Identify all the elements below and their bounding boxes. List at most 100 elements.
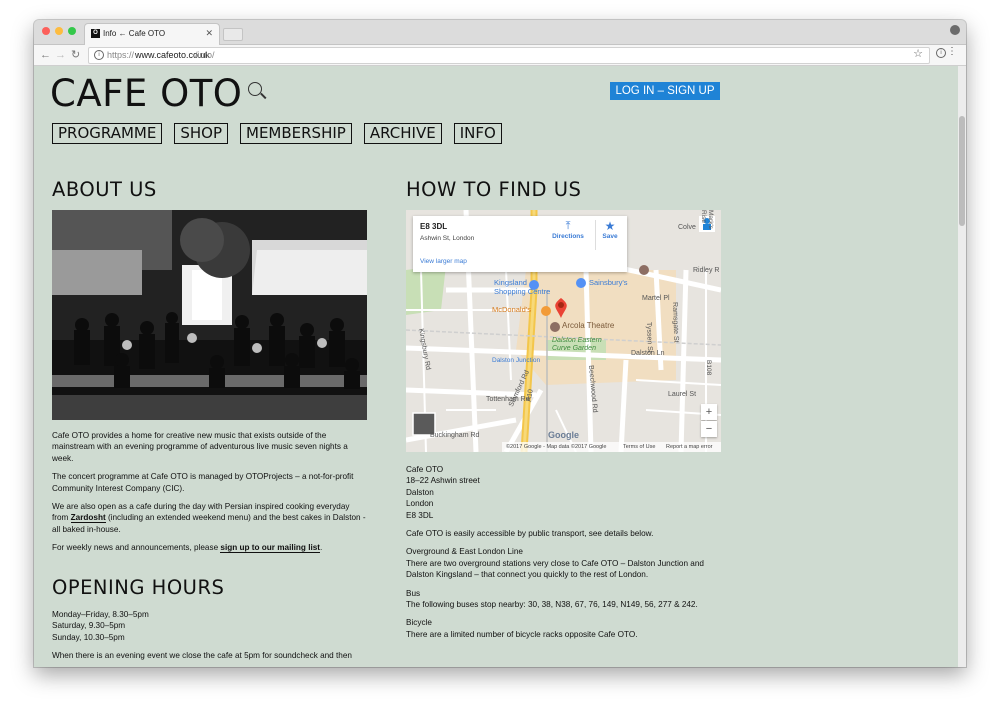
map-zoom-out-button[interactable]: − <box>701 421 717 437</box>
address-line: London <box>406 499 434 509</box>
address-line: 18–22 Ashwin street <box>406 476 480 486</box>
about-text: Cafe OTO provides a home for creative ne… <box>52 430 367 561</box>
reload-icon[interactable]: ↻ <box>71 48 80 62</box>
scrollbar-thumb[interactable] <box>959 116 965 226</box>
url-input[interactable]: i https:// www.cafeoto.co.uk /info/ ☆ <box>88 47 930 64</box>
browser-menu-icon[interactable]: ⋮ <box>947 46 957 58</box>
hours-note: When there is an evening event we close … <box>52 651 352 661</box>
close-window-icon[interactable] <box>42 27 50 35</box>
extension-info-icon[interactable]: i <box>936 48 946 58</box>
map-label-tottenham-rd: Tottenham Rd <box>486 396 530 403</box>
login-signup-button[interactable]: LOG IN – SIGN UP <box>610 82 720 100</box>
map-save-button[interactable]: ★ Save <box>598 219 622 241</box>
map-label-mcdonalds: McDonald's <box>492 305 531 314</box>
forward-arrow-icon[interactable]: → <box>55 48 66 62</box>
tab-close-icon[interactable]: ✕ <box>205 28 213 39</box>
about-p4-text-a: For weekly news and announcements, pleas… <box>52 543 221 553</box>
hours-line: Sunday, 10.30–5pm <box>52 632 125 642</box>
directions-label: Directions <box>552 233 584 240</box>
map-label-arcola: Arcola Theatre <box>562 321 615 330</box>
address-bar: ← → ↻ i https:// www.cafeoto.co.uk /info… <box>34 45 966 66</box>
map-label-ramsgate-st: Ramsgate St <box>671 302 680 343</box>
opening-hours-heading: OPENING HOURS <box>52 576 225 599</box>
nav-info[interactable]: INFO <box>453 123 502 144</box>
url-prefix: https:// <box>107 50 135 60</box>
map-attribution-bar: ©2017 Google - Map data ©2017 Google Ter… <box>502 442 721 452</box>
map-label-buckingham-rd: Buckingham Rd <box>430 432 480 439</box>
view-larger-map-link[interactable]: View larger map <box>420 258 467 265</box>
page-scrollbar[interactable] <box>958 66 966 667</box>
map-label-shopping-centre: Shopping Centre <box>494 287 551 296</box>
nav-programme[interactable]: PROGRAMME <box>52 123 163 144</box>
hours-line: Monday–Friday, 8.30–5pm <box>52 610 149 619</box>
bookmark-star-icon[interactable]: ☆ <box>913 47 923 62</box>
map-terms-link[interactable]: Terms of Use <box>623 442 655 452</box>
overground-title: Overground & East London Line <box>406 547 523 557</box>
map-label-martel-pl: Martel Pl <box>642 295 670 302</box>
overground-text: There are two overground stations very c… <box>406 558 704 580</box>
search-icon[interactable] <box>248 82 262 96</box>
map-directions-button[interactable]: ⤒ Directions <box>548 220 588 240</box>
bus-title: Bus <box>406 588 421 598</box>
find-heading: HOW TO FIND US <box>406 178 582 201</box>
card-divider <box>595 220 596 250</box>
cafe-exterior-photo <box>52 210 367 420</box>
about-paragraph-1: Cafe OTO provides a home for creative ne… <box>52 431 348 463</box>
about-p4-text-b: . <box>320 543 323 553</box>
about-paragraph-2: The concert programme at Cafe OTO is man… <box>52 472 354 493</box>
map-label-dalston-junction: Dalston Junction <box>492 357 541 364</box>
about-paragraph-3: We are also open as a cafe during the da… <box>52 501 367 535</box>
map-label-dalston-eastern: Dalston Eastern <box>552 337 602 344</box>
opening-hours-text: Monday–Friday, 8.30–5pm Saturday, 9.30–5… <box>52 609 367 662</box>
find-us-text: Cafe OTO 18–22 Ashwin street Dalston Lon… <box>406 464 721 647</box>
tab-bar: O Info ← Cafe OTO ✕ <box>34 20 966 45</box>
mailing-list-link[interactable]: sign up to our mailing list <box>220 543 321 554</box>
save-star-icon: ★ <box>604 219 616 233</box>
about-heading: ABOUT US <box>52 178 157 201</box>
map-zoom-in-button[interactable]: + <box>701 404 717 420</box>
about-paragraph-4: For weekly news and announcements, pleas… <box>52 542 367 554</box>
bicycle-title: Bicycle <box>406 618 432 628</box>
hours-line: Saturday, 9.30–5pm <box>52 621 126 631</box>
bus-text: The following buses stop nearby: 30, 38,… <box>406 600 698 610</box>
site-info-icon[interactable]: i <box>94 50 104 60</box>
page-content: CAFE OTO LOG IN – SIGN UP PROGRAMME SHOP… <box>34 66 958 667</box>
maximize-window-icon[interactable] <box>68 27 76 35</box>
nav-membership[interactable]: MEMBERSHIP <box>240 123 352 144</box>
browser-window: O Info ← Cafe OTO ✕ ← → ↻ i https:// www… <box>34 20 966 667</box>
url-path: /info/ <box>195 50 215 60</box>
google-logo: Google <box>548 430 579 440</box>
back-arrow-icon[interactable]: ← <box>40 48 51 62</box>
nav-shop[interactable]: SHOP <box>174 123 228 144</box>
address-line: Cafe OTO <box>406 465 444 474</box>
map-place-title: E8 3DL <box>420 222 448 231</box>
browser-tab[interactable]: O Info ← Cafe OTO ✕ <box>84 23 220 45</box>
tab-title: Info ← Cafe OTO <box>103 29 166 38</box>
map-label-tyssen-st: Tyssen St <box>645 322 654 353</box>
map-label-marks-rise: Mark's Rise <box>700 210 714 229</box>
map-label-colve: Colve <box>678 224 696 231</box>
map-data-credit: ©2017 Google - Map data ©2017 Google <box>506 444 607 450</box>
nav-archive[interactable]: ARCHIVE <box>363 123 442 144</box>
access-text: Cafe OTO is easily accessible by public … <box>406 529 654 539</box>
directions-icon: ⤒ <box>565 220 571 232</box>
map-place-card: E8 3DL Ashwin St, London View larger map… <box>413 216 627 272</box>
site-logo[interactable]: CAFE OTO <box>50 74 242 114</box>
map-label-sainsburys: Sainsbury's <box>589 278 628 287</box>
address-line: E8 3DL <box>406 510 434 520</box>
map-label-ridley-r: Ridley R <box>693 267 720 274</box>
new-tab-button[interactable] <box>223 28 243 41</box>
map-label-curve-garden: Curve Garden <box>552 345 596 352</box>
map-label-kingsland: Kingsland <box>494 278 527 287</box>
main-nav: PROGRAMME SHOP MEMBERSHIP ARCHIVE INFO <box>52 123 502 144</box>
zardosht-link[interactable]: Zardosht <box>70 513 106 524</box>
map-report-error-link[interactable]: Report a map error <box>666 442 712 452</box>
bicycle-text: There are a limited number of bicycle ra… <box>406 629 638 639</box>
profile-icon[interactable] <box>950 25 960 35</box>
map-label-b108: B108 <box>705 360 712 376</box>
cafeoto-favicon-icon: O <box>91 29 100 38</box>
address-line: Dalston <box>406 487 434 497</box>
minimize-window-icon[interactable] <box>55 27 63 35</box>
map-place-address: Ashwin St, London <box>420 235 475 242</box>
google-map[interactable]: E8 3DL Ashwin St, London View larger map… <box>406 210 721 452</box>
